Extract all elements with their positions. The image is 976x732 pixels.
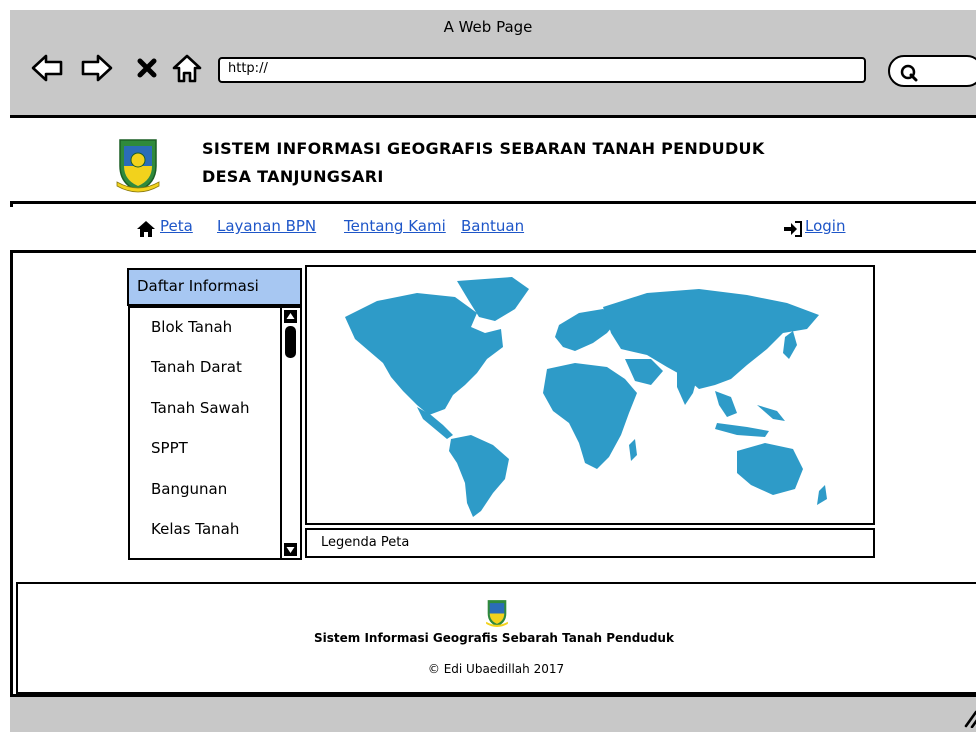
site-header: SISTEM INFORMASI GEOGRAFIS SEBARAN TANAH… [10, 118, 976, 204]
home-icon[interactable] [136, 220, 156, 238]
address-bar[interactable]: http:// [218, 57, 866, 83]
sidebar-heading: Daftar Informasi [127, 268, 302, 306]
browser-statusbar [10, 694, 976, 732]
forward-arrow-icon[interactable] [80, 52, 114, 84]
nav-link-peta[interactable]: Peta [160, 217, 193, 235]
info-list: Blok Tanah Tanah Darat Tanah Sawah SPPT … [128, 306, 302, 560]
sidebar-item-blok-tanah[interactable]: Blok Tanah [151, 318, 232, 336]
nav-link-bantuan[interactable]: Bantuan [461, 217, 524, 235]
search-field[interactable] [888, 55, 976, 87]
scroll-down-icon[interactable] [284, 543, 297, 556]
search-icon [900, 64, 918, 82]
login-link[interactable]: Login [805, 217, 845, 235]
site-title-line1: SISTEM INFORMASI GEOGRAFIS SEBARAN TANAH… [202, 139, 765, 158]
site-title-line2: DESA TANJUNGSARI [202, 167, 384, 186]
regency-emblem-logo [486, 600, 508, 627]
sidebar-item-tanah-darat[interactable]: Tanah Darat [151, 358, 242, 376]
sidebar-item-kelas-tanah[interactable]: Kelas Tanah [151, 520, 239, 538]
sign-in-icon[interactable] [783, 221, 803, 237]
footer-copyright: © Edi Ubaedillah 2017 [427, 662, 565, 676]
sidebar-item-bangunan[interactable]: Bangunan [151, 480, 227, 498]
close-icon[interactable] [136, 52, 158, 84]
world-map-image [345, 277, 827, 517]
site-footer: Sistem Informasi Geografis Sebarah Tanah… [16, 582, 976, 694]
scroll-up-icon[interactable] [284, 310, 297, 323]
scroll-thumb[interactable] [285, 326, 296, 358]
nav-link-layanan-bpn[interactable]: Layanan BPN [217, 217, 316, 235]
main-nav: Peta Layanan BPN Tentang Kami Bantuan Lo… [10, 207, 976, 253]
footer-title: Sistem Informasi Geografis Sebarah Tanah… [314, 631, 674, 645]
map-legend: Legenda Peta [305, 528, 875, 558]
nav-link-tentang-kami[interactable]: Tentang Kami [344, 217, 446, 235]
home-icon[interactable] [170, 52, 204, 84]
window-title: A Web Page [443, 18, 533, 36]
list-scrollbar[interactable] [280, 308, 300, 558]
sidebar-item-sppt[interactable]: SPPT [151, 439, 188, 457]
back-arrow-icon[interactable] [30, 52, 64, 84]
sidebar-item-tanah-sawah[interactable]: Tanah Sawah [151, 399, 250, 417]
regency-emblem-logo [116, 139, 160, 193]
resize-grip-icon[interactable] [964, 706, 976, 728]
map-view[interactable] [305, 265, 875, 525]
